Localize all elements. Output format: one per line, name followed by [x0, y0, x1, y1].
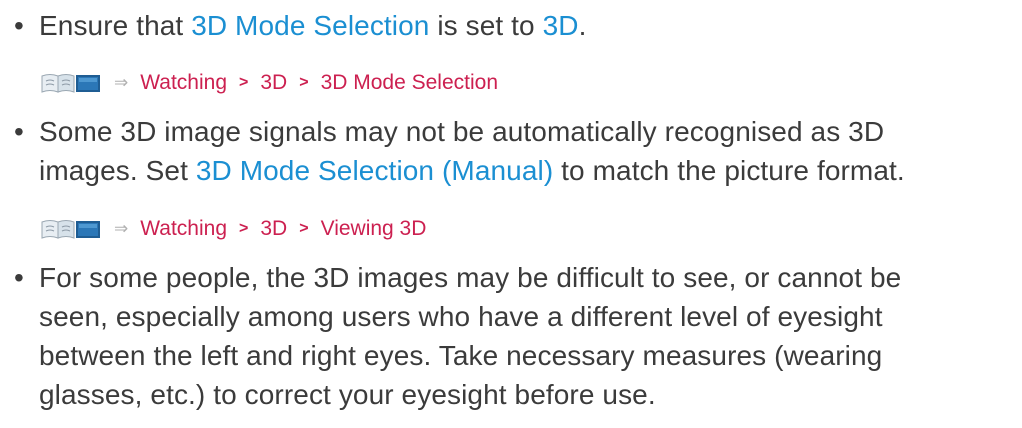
nav-item-watching[interactable]: Watching [140, 71, 227, 95]
link-3d-mode-selection[interactable]: 3D Mode Selection [191, 10, 429, 41]
nav-path-1: ⇒ Watching > 3D > 3D Mode Selection [40, 70, 498, 96]
link-3d-mode-selection-manual[interactable]: 3D Mode Selection (Manual) [196, 155, 553, 186]
ebook-icon [41, 74, 100, 93]
text-segment: . [578, 10, 587, 41]
bullet-text: Ensure that 3D Mode Selection is set to … [39, 6, 1004, 45]
bullet-item-2: • Some 3D image signals may not be autom… [14, 112, 1004, 190]
chevron-right-icon: > [299, 220, 309, 237]
text-segment: Ensure that [39, 10, 192, 41]
arrow-icon: ⇒ [114, 219, 129, 238]
text-line: glasses, etc.) to correct your eyesight … [39, 379, 656, 410]
chevron-right-icon: > [239, 220, 249, 237]
help-page: • Ensure that 3D Mode Selection is set t… [0, 0, 1022, 428]
bullet-dot: • [14, 10, 24, 41]
arrow-icon: ⇒ [114, 73, 129, 92]
nav-item-3d-mode-selection[interactable]: 3D Mode Selection [321, 71, 498, 95]
ebook-icon [41, 220, 100, 239]
bullet-item-1: • Ensure that 3D Mode Selection is set t… [14, 6, 1004, 45]
text-line: seen, especially among users who have a … [39, 301, 883, 332]
text-segment: to match the picture format. [553, 155, 905, 186]
text-line: For some people, the 3D images may be di… [39, 262, 902, 293]
nav-item-3d[interactable]: 3D [260, 217, 287, 241]
text-line: Some 3D image signals may not be automat… [39, 116, 885, 147]
nav-item-viewing-3d[interactable]: Viewing 3D [321, 217, 427, 241]
nav-path-2: ⇒ Watching > 3D > Viewing 3D [40, 216, 426, 242]
nav-item-3d[interactable]: 3D [260, 71, 287, 95]
chevron-right-icon: > [239, 74, 249, 91]
text-segment: is set to [429, 10, 543, 41]
text-line: between the left and right eyes. Take ne… [39, 340, 883, 371]
nav-item-watching[interactable]: Watching [140, 217, 227, 241]
chevron-right-icon: > [299, 74, 309, 91]
bullet-text: Some 3D image signals may not be automat… [39, 112, 1004, 190]
bullet-item-3: • For some people, the 3D images may be … [14, 258, 1004, 414]
bullet-dot: • [14, 262, 24, 293]
link-3d[interactable]: 3D [543, 10, 579, 41]
bullet-dot: • [14, 116, 24, 147]
bullet-text: For some people, the 3D images may be di… [39, 258, 1004, 414]
text-segment: images. Set [39, 155, 196, 186]
